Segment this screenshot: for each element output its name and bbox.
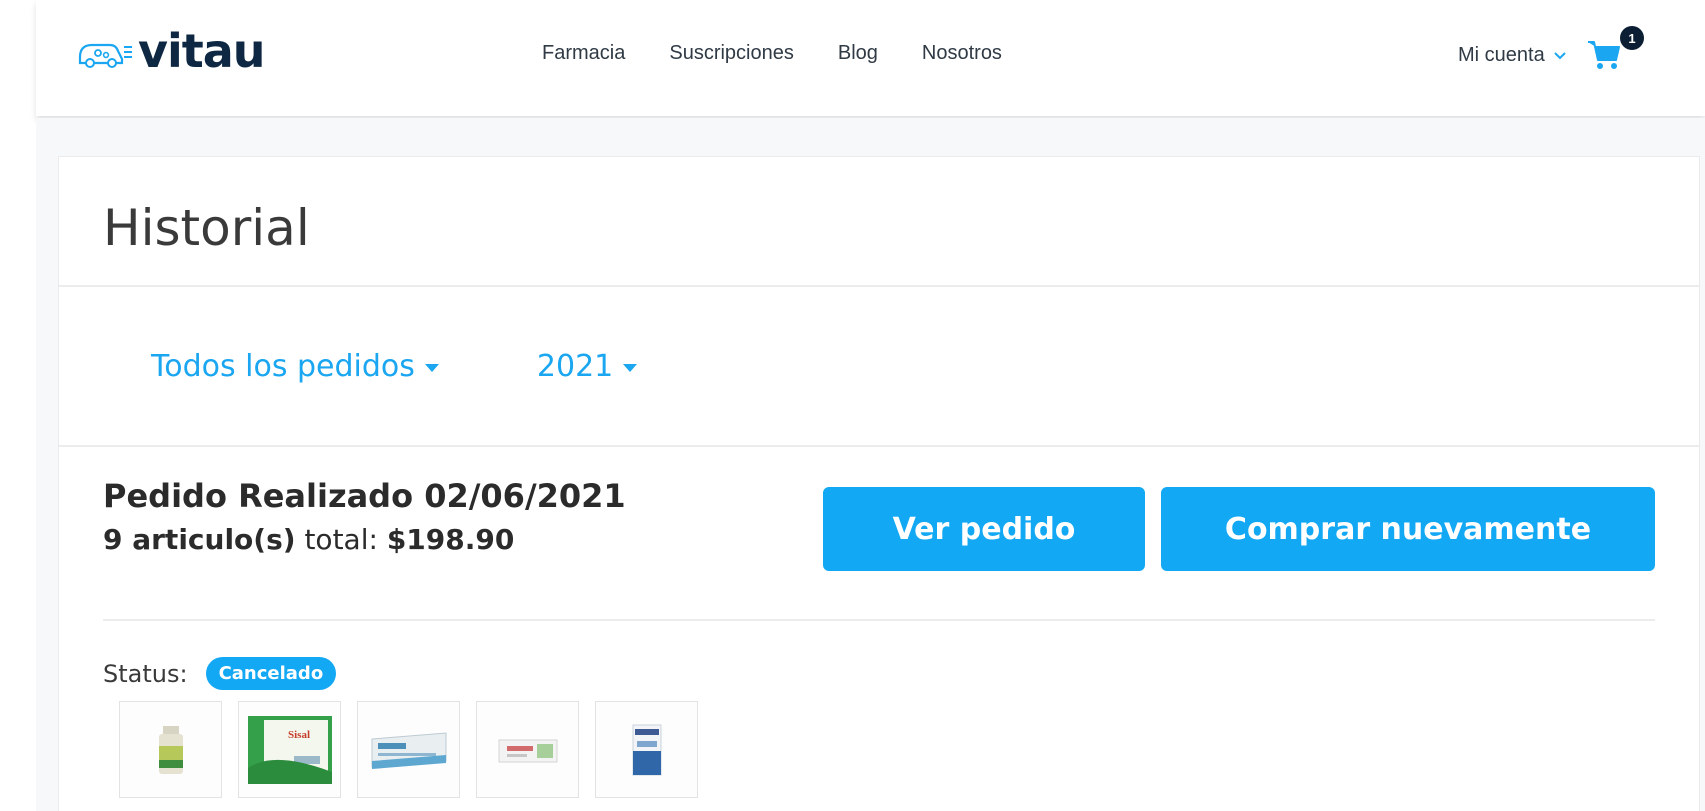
page-title: Historial [103,199,310,257]
order-filters: Todos los pedidos 2021 [151,349,638,384]
orders-filter-dropdown[interactable]: Todos los pedidos [151,349,439,384]
product-thumbnail[interactable]: Sisal [238,701,341,798]
account-menu[interactable]: Mi cuenta [1458,44,1567,67]
order-totals: 9 articulo(s) total: $198.90 [103,523,626,556]
order-history-card: Historial Todos los pedidos 2021 Pedido … [58,156,1700,811]
main-nav: Farmacia Suscripciones Blog Nosotros [542,42,1002,65]
product-bottle-image [158,725,183,774]
divider [103,619,1655,621]
brand-name: vitau [138,24,266,78]
account-label: Mi cuenta [1458,44,1545,66]
order-status: Status: Cancelado [103,657,337,690]
order-total-amount: $198.90 [386,523,515,556]
order-total-label: total: [304,523,378,556]
product-blue-pack-image [632,724,661,775]
cart-icon[interactable] [1586,36,1622,72]
year-filter-label: 2021 [536,349,614,384]
order-product-thumbnails: Sisal [119,701,698,798]
order-summary: Pedido Realizado 02/06/2021 9 articulo(s… [103,477,626,556]
nav-blog[interactable]: Blog [838,42,878,65]
cart-count-badge: 1 [1620,26,1644,50]
product-thumbnail[interactable] [119,701,222,798]
delivery-truck-icon [78,43,132,68]
chevron-down-icon [1554,51,1566,59]
year-filter-dropdown[interactable]: 2021 [536,349,638,384]
caret-down-icon [623,363,638,372]
nav-farmacia[interactable]: Farmacia [542,42,625,65]
buy-again-button[interactable]: Comprar nuevamente [1161,487,1655,571]
logo[interactable]: vitau [76,24,266,78]
product-thumbnail[interactable] [357,701,460,798]
site-header: vitau Farmacia Suscripciones Blog Nosotr… [36,0,1705,116]
order-placed-date: Pedido Realizado 02/06/2021 [103,477,626,515]
product-blue-box-image [371,731,446,769]
order-item-count: 9 articulo(s) [103,523,296,556]
divider [59,285,1699,287]
status-badge: Cancelado [205,657,337,690]
svg-text:Sisal: Sisal [288,729,310,741]
product-thumbnail[interactable] [476,701,579,798]
status-label: Status: [103,659,188,688]
product-thumbnail[interactable] [595,701,698,798]
product-white-box-image [498,739,557,762]
product-green-box-image: Sisal [247,715,332,784]
divider [59,445,1699,447]
nav-suscripciones[interactable]: Suscripciones [669,42,794,65]
nav-nosotros[interactable]: Nosotros [922,42,1002,65]
orders-filter-label: Todos los pedidos [151,349,415,384]
view-order-button[interactable]: Ver pedido [823,487,1145,571]
caret-down-icon [424,363,439,372]
